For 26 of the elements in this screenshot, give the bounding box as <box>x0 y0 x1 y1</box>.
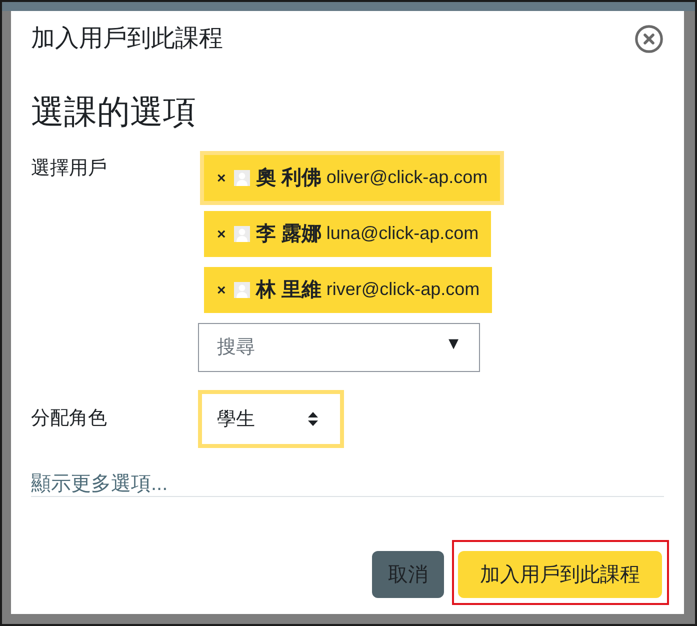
avatar-icon <box>234 170 250 186</box>
user-email: river@click-ap.com <box>326 279 480 301</box>
user-name: 李 露娜 <box>256 222 322 246</box>
remove-button[interactable]: × <box>217 282 226 298</box>
user-email: luna@click-ap.com <box>326 223 479 245</box>
user-chip[interactable]: × 林 里維 river@click-ap.com <box>204 267 492 313</box>
user-chip[interactable]: × 李 露娜 luna@click-ap.com <box>204 211 491 257</box>
user-name: 奧 利佛 <box>256 166 322 190</box>
remove-button[interactable]: × <box>217 226 226 242</box>
user-chip[interactable]: × 奧 利佛 oliver@click-ap.com <box>200 151 504 205</box>
remove-button[interactable]: × <box>217 170 226 186</box>
sort-icon <box>308 412 318 426</box>
field-label: 分配角色 <box>31 407 107 431</box>
avatar-icon <box>234 282 250 298</box>
section-heading: 選課的選項 <box>31 94 196 130</box>
user-email: oliver@click-ap.com <box>326 167 488 189</box>
dropdown-caret[interactable]: ▼ <box>445 335 462 352</box>
avatar-icon <box>234 226 250 242</box>
dialog-title: 加入用戶到此課程 <box>31 24 223 54</box>
user-name: 林 里維 <box>256 278 322 302</box>
search-field[interactable]: 搜尋 ▼ <box>198 323 480 372</box>
role-select[interactable]: 學生 <box>198 390 344 448</box>
field-label: 選擇用戶 <box>31 157 107 181</box>
add-users-button[interactable]: 加入用戶到此課程 <box>458 551 662 598</box>
close-icon[interactable] <box>635 25 663 53</box>
more-options-link[interactable]: 顯示更多選項... <box>31 472 168 496</box>
